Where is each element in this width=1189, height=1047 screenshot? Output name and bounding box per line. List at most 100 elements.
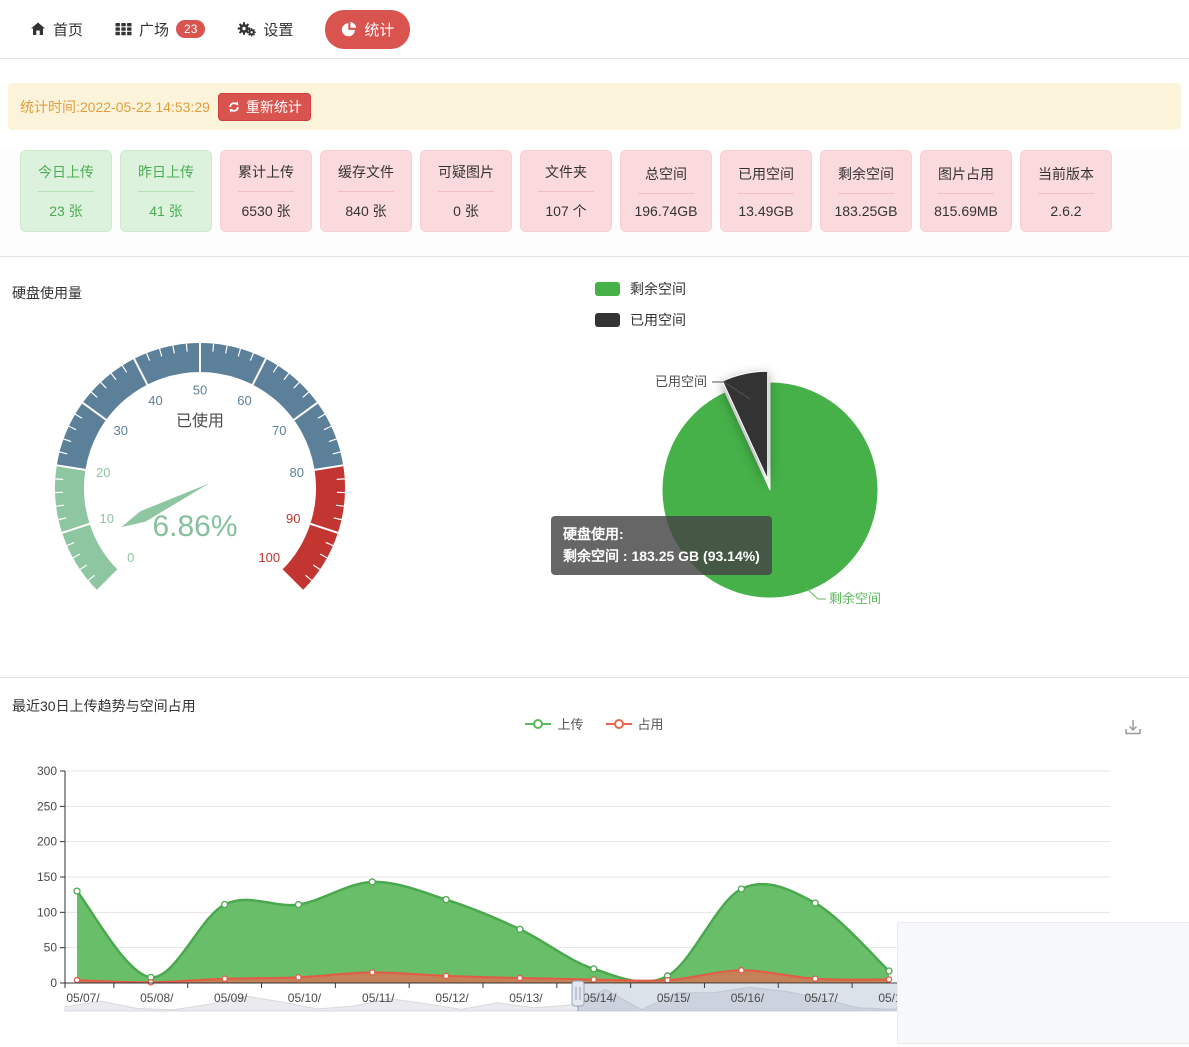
stat-card-divider [538,191,594,192]
stat-card-divider [1038,193,1094,194]
nav-settings[interactable]: 设置 [237,19,293,40]
recount-button-label: 重新统计 [246,97,302,117]
legend-item-free-space[interactable]: 剩余空间 [595,279,686,299]
gauge-tick-label: 90 [286,511,300,526]
stat-card-value: 2.6.2 [1050,203,1081,219]
data-point [369,879,375,885]
nav-plaza-label: 广场 [139,19,169,40]
stat-card-value: 815.69MB [934,203,998,219]
gauge-tick-label: 100 [258,550,280,565]
legend-item-upload[interactable]: 上传 [525,714,583,733]
stat-card: 总空间 196.74GB [620,150,712,232]
stat-card-label: 已用空间 [738,164,794,184]
stat-card-label: 总空间 [645,164,687,184]
nav-plaza[interactable]: 广场 23 [115,19,205,40]
data-point [74,888,80,894]
stat-card-label: 剩余空间 [838,164,894,184]
gauge-minor-tick [55,479,63,480]
plaza-count-badge: 23 [176,20,205,38]
stat-card-divider [338,191,394,192]
y-tick-label: 0 [50,976,57,990]
data-point [222,976,227,981]
y-tick-label: 50 [44,941,58,955]
gauge-minor-tick [186,344,187,352]
disk-pie-chart: 已用空间剩余空间 [600,347,1000,677]
data-point [517,975,522,980]
pie-tooltip-title: 硬盘使用: [563,523,760,545]
x-tick-label: 05/14/ [583,991,617,1005]
gauge-tick-label: 70 [272,423,286,438]
stat-card-divider [438,191,494,192]
trend-title: 最近30日上传趋势与空间占用 [12,696,196,716]
line-legend-icon-usage [606,718,632,730]
x-tick-label: 05/13/ [509,991,543,1005]
gears-icon [237,21,256,37]
data-point [295,902,301,908]
stat-card-value: 183.25GB [834,203,897,219]
data-point [886,968,892,974]
pie-label-free: 剩余空间 [829,591,881,606]
data-point [738,886,744,892]
x-tick-label: 05/09/ [214,991,248,1005]
nav-home-label: 首页 [53,19,83,40]
stat-card: 文件夹 107 个 [520,150,612,232]
stat-card-value: 0 张 [453,201,479,221]
stat-card-label: 文件夹 [545,162,587,182]
disk-section: 硬盘使用量 0102030405060708090100已使用6.86% 剩余空… [0,257,1189,678]
stat-card-label: 图片占用 [938,164,994,184]
stat-card: 已用空间13.49GB [720,150,812,232]
y-tick-label: 150 [37,870,57,884]
stat-card: 图片占用 815.69MB [920,150,1012,232]
pie-chart-icon [341,21,357,37]
stats-row: 今日上传23 张昨日上传41 张累计上传6530 张缓存文件840 张可疑图片0… [20,150,1189,232]
x-tick-label: 05/16/ [731,991,765,1005]
stat-card: 当前版本 2.6.2 [1020,150,1112,232]
gauge-tick-label: 40 [148,393,162,408]
series-group [77,882,889,983]
stat-card-label: 今日上传 [38,162,94,182]
legend-item-used-space[interactable]: 已用空间 [595,310,686,330]
data-point [812,900,818,906]
stat-card-value: 196.74GB [634,203,697,219]
stats-time-alert: 统计时间:2022-05-22 14:53:29 重新统计 [8,83,1181,130]
data-point [370,970,375,975]
stat-card-value: 107 个 [545,201,586,221]
nav-settings-label: 设置 [263,19,293,40]
pie-tooltip-value: 剩余空间 : 183.25 GB (93.14%) [563,545,760,567]
pie-legend: 剩余空间 已用空间 [595,279,686,330]
gauge-minor-tick [213,344,214,352]
nav-stats-active[interactable]: 统计 [325,10,410,49]
legend-item-usage[interactable]: 占用 [606,714,664,733]
legend-label-upload: 上传 [557,714,583,733]
x-tick-label: 05/12/ [435,991,469,1005]
data-point [222,902,228,908]
gauge-tick-label: 50 [193,383,207,398]
recount-button[interactable]: 重新统计 [218,93,311,121]
x-tick-label: 05/11/ [362,991,395,1005]
x-tick-label: 05/08/ [140,991,174,1005]
empty-panel [897,922,1189,1044]
gauge-tick-label: 80 [290,465,304,480]
disk-gauge-chart: 0102030405060708090100已使用6.86% [50,333,350,595]
stat-card: 剩余空间 183.25GB [820,150,912,232]
stat-card-divider [638,193,694,194]
stat-card-divider [938,193,994,194]
stat-card-divider [838,193,894,194]
pie-tooltip: 硬盘使用: 剩余空间 : 183.25 GB (93.14%) [551,516,772,575]
legend-label-usage: 占用 [638,714,664,733]
stat-card-value: 840 张 [345,201,386,221]
nav-stats-label: 统计 [364,19,394,40]
trend-section: 05010015020025030005/07/05/08/05/09/05/1… [0,678,1189,1047]
data-point [813,976,818,981]
trend-legend: 上传 占用 [0,714,1189,733]
data-point [443,897,449,903]
download-icon[interactable] [1121,716,1145,745]
y-tick-label: 250 [37,799,57,813]
y-tick-label: 300 [37,764,57,778]
nav-home[interactable]: 首页 [30,19,83,40]
datazoom-handle[interactable] [572,981,584,1006]
gauge-minor-tick [337,479,345,480]
stat-card-value: 23 张 [49,201,82,221]
data-point [739,968,744,973]
stat-card-label: 当前版本 [1038,164,1094,184]
